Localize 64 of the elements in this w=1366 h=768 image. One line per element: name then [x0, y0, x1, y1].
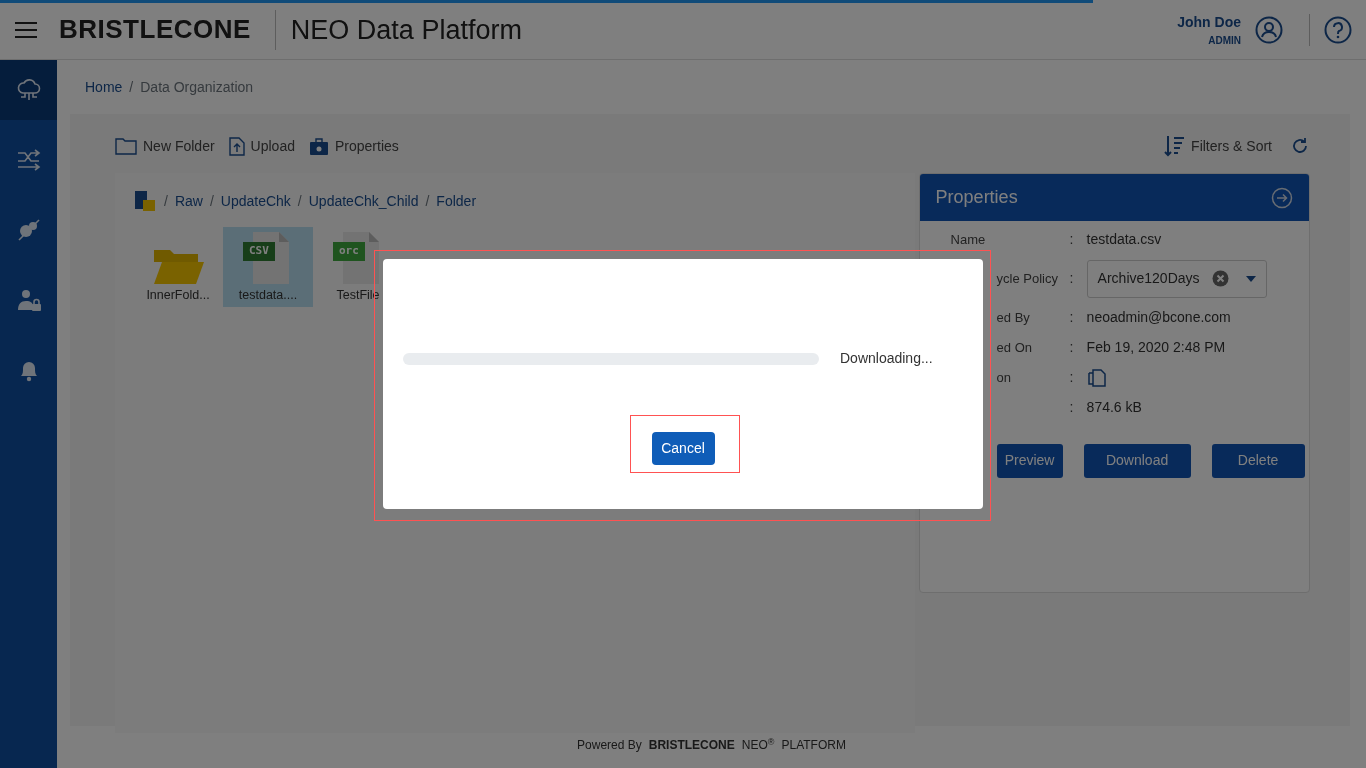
copy-icon[interactable] [1086, 367, 1107, 388]
sort-icon [1163, 134, 1186, 158]
caret-icon [1245, 275, 1256, 282]
action-button[interactable]: Preview [996, 443, 1063, 478]
menu-icon[interactable] [14, 21, 38, 40]
file-tile[interactable]: InnerFold... [133, 227, 223, 307]
powered-by-label: Powered By [577, 737, 642, 754]
select-value: Archive120Days [1097, 269, 1200, 288]
colon: : [1069, 399, 1074, 415]
colon: : [1069, 309, 1074, 325]
toolbar-button[interactable]: New Folder [115, 135, 215, 157]
file-type-tag: CSV [243, 242, 275, 261]
upload-icon [228, 136, 245, 156]
briefcase-icon [308, 136, 329, 156]
root-folder-icon[interactable] [133, 189, 157, 213]
clear-icon[interactable] [1211, 270, 1229, 287]
toolbar-button[interactable]: Properties [308, 135, 399, 157]
user-role: ADMIN [1208, 33, 1241, 48]
product-name: NEO$^{®}$ [741, 736, 775, 754]
path-link[interactable]: UpdateChk_Child [308, 190, 419, 212]
path-link[interactable]: Raw [174, 190, 203, 212]
user-avatar-icon[interactable] [1255, 15, 1283, 44]
footer-brand-logo: BRISTLECONE [648, 737, 735, 754]
path-separator: / [209, 191, 214, 211]
path-link[interactable]: Folder [436, 190, 477, 212]
sidebar-item[interactable] [0, 60, 57, 120]
breadcrumb-current: Data Organization [140, 77, 254, 97]
colon: : [1069, 231, 1074, 247]
panel-title: Properties [935, 186, 1018, 209]
file-tile[interactable]: CSV testdata.... [223, 227, 313, 307]
colon: : [1069, 339, 1074, 355]
filter-sort-button[interactable]: Filters & Sort [1163, 134, 1272, 158]
app-title: NEO Data Platform [274, 9, 522, 50]
path-separator: / [297, 191, 302, 211]
breadcrumb-separator: / [129, 77, 134, 97]
breadcrumb-link[interactable]: Home [85, 76, 123, 98]
folder-icon [115, 137, 137, 155]
property-value: neoadmin@bcone.com [1086, 308, 1231, 327]
file-type-tag: orc [333, 242, 365, 261]
help-icon[interactable] [1324, 15, 1352, 44]
path-link[interactable]: UpdateChk [220, 190, 291, 212]
colon: : [1069, 369, 1074, 385]
colon: : [1069, 270, 1074, 286]
action-button[interactable]: Delete [1211, 443, 1305, 478]
property-value: Feb 19, 2020 2:48 PM [1086, 338, 1226, 357]
property-label: ed By [995, 308, 1031, 327]
cancel-button[interactable]: Cancel [651, 432, 715, 465]
property-label: ycle Policy [995, 269, 1059, 288]
user-name: John Doe [1177, 12, 1241, 32]
status-text: Downloading... [840, 349, 933, 368]
action-button[interactable]: Download [1083, 443, 1191, 478]
property-label: ed On [995, 338, 1033, 357]
collapse-panel-icon[interactable] [1271, 186, 1293, 209]
path-separator: / [425, 191, 430, 211]
path-separator: / [164, 191, 168, 211]
policy-select[interactable]: Archive120Days [1086, 259, 1267, 298]
property-label: Name [949, 230, 987, 249]
property-value: testdata.csv [1086, 230, 1162, 249]
property-value: 874.6 kB [1086, 398, 1142, 417]
refresh-icon[interactable] [1290, 136, 1310, 156]
property-label: on [995, 368, 1013, 387]
toolbar-button[interactable]: Upload [228, 135, 295, 157]
platform-label: PLATFORM [781, 737, 846, 754]
brand-logo: BRISTLECONE [59, 13, 251, 46]
